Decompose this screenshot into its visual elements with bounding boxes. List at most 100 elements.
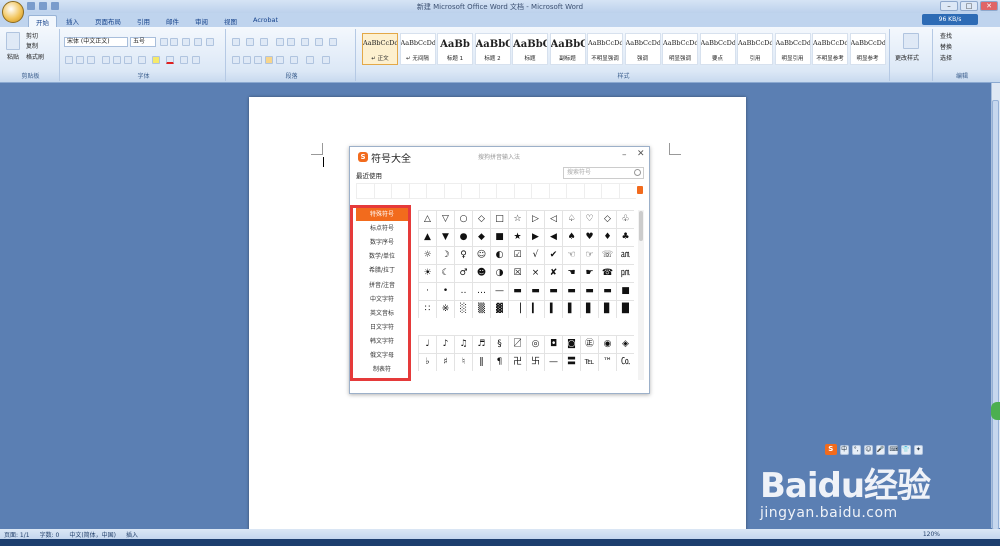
strikethrough-icon[interactable] <box>102 56 110 64</box>
shrink-font-icon[interactable] <box>170 38 178 46</box>
subscript-icon[interactable] <box>113 56 121 64</box>
increase-indent-icon[interactable] <box>287 38 295 46</box>
decrease-indent-icon[interactable] <box>276 38 284 46</box>
symbol-cell[interactable]: ◀ <box>544 228 562 246</box>
change-styles-button[interactable]: 更改样式 <box>895 53 919 62</box>
symbol-cell[interactable]: ☜ <box>562 246 580 264</box>
symbol-cell[interactable]: ‥ <box>454 282 472 300</box>
tab-review[interactable]: 审阅 <box>188 15 215 27</box>
style-item[interactable]: AaBbCcDd 明显强调 <box>662 33 698 65</box>
recent-cell[interactable] <box>566 183 584 199</box>
symbol-cell[interactable]: ☑ <box>508 246 526 264</box>
recent-cell[interactable] <box>408 183 426 199</box>
symbol-cell[interactable]: ▕ <box>508 300 526 318</box>
line-spacing-icon[interactable] <box>290 56 298 64</box>
dialog-scrollbar-thumb[interactable] <box>639 211 643 241</box>
tab-insert[interactable]: 插入 <box>59 15 86 27</box>
symbol-cell[interactable]: ◑ <box>490 264 508 282</box>
language-indicator[interactable]: 中文(简体，中国) <box>69 530 116 539</box>
dialog-close-icon[interactable]: ✕ <box>637 149 645 159</box>
symbol-cell[interactable]: ▶ <box>526 228 544 246</box>
page-count[interactable]: 页面: 1/1 <box>4 530 30 539</box>
symbol-cell[interactable]: ◇ <box>472 210 490 228</box>
symbol-cell[interactable]: ◁ <box>544 210 562 228</box>
symbol-cell[interactable]: ♮ <box>454 353 472 371</box>
insert-mode[interactable]: 插入 <box>126 530 138 539</box>
font-size-combo[interactable]: 五号 <box>130 37 156 47</box>
superscript-icon[interactable] <box>124 56 132 64</box>
symbol-cell[interactable]: ☒ <box>508 264 526 282</box>
symbol-cell[interactable]: 〓 <box>562 353 580 371</box>
symbol-cell[interactable]: ♭ <box>418 353 436 371</box>
format-painter-button[interactable]: 格式刷 <box>26 52 44 61</box>
style-item[interactable]: AaBbCcDd ↵ 无间隔 <box>399 33 436 65</box>
dialog-minimize-icon[interactable]: – <box>622 150 627 160</box>
tab-acrobat[interactable]: Acrobat <box>246 15 285 27</box>
align-left-icon[interactable] <box>232 56 240 64</box>
ime-keyboard-icon[interactable]: ⌨ <box>888 444 899 455</box>
symbol-cell[interactable]: ■ <box>490 228 508 246</box>
style-item[interactable]: AaBbCcDd ↵ 正文 <box>362 33 398 65</box>
symbol-cell[interactable]: ◐ <box>490 246 508 264</box>
symbol-cell[interactable]: □ <box>490 210 508 228</box>
search-icon[interactable] <box>634 169 641 176</box>
highlight-icon[interactable] <box>152 56 160 64</box>
bold-icon[interactable] <box>65 56 73 64</box>
recent-cell[interactable] <box>391 183 409 199</box>
tab-page-layout[interactable]: 页面布局 <box>88 15 128 27</box>
symbol-cell[interactable]: ™ <box>598 353 616 371</box>
symbol-cell[interactable]: ♯ <box>436 353 454 371</box>
char-shading-icon[interactable] <box>180 56 188 64</box>
recent-cell[interactable] <box>513 183 531 199</box>
symbol-cell[interactable]: ☛ <box>580 264 598 282</box>
symbol-cell[interactable]: ▬ <box>544 282 562 300</box>
recent-cell[interactable] <box>548 183 566 199</box>
ime-tools-icon[interactable]: ✦ <box>913 444 923 455</box>
tab-view[interactable]: 视图 <box>217 15 244 27</box>
category-item[interactable]: 日文字符 <box>356 321 408 334</box>
recent-cell[interactable] <box>426 183 444 199</box>
symbol-cell[interactable]: ※ <box>436 300 454 318</box>
copy-button[interactable]: 复制 <box>26 41 38 50</box>
symbol-cell[interactable]: ♦ <box>598 228 616 246</box>
symbol-cell[interactable]: 卍 <box>508 353 526 371</box>
symbol-cell[interactable]: ░ <box>454 300 472 318</box>
maximize-button[interactable]: □ <box>960 1 978 11</box>
symbol-cell[interactable]: ◎ <box>526 335 544 353</box>
ime-emoji-icon[interactable]: ☺ <box>863 444 873 455</box>
style-item[interactable]: AaBbCcDd 明显参考 <box>849 33 886 65</box>
category-item[interactable]: 标点符号 <box>356 222 408 235</box>
recent-cell[interactable] <box>373 183 391 199</box>
style-item[interactable]: AaBbCcDd 要点 <box>699 33 736 65</box>
show-marks-icon[interactable] <box>329 38 337 46</box>
symbol-cell[interactable]: ■ <box>616 282 634 300</box>
symbol-cell[interactable]: ▬ <box>562 282 580 300</box>
category-item[interactable]: 数字序号 <box>356 236 408 249</box>
undo-icon[interactable] <box>39 2 47 10</box>
symbol-cell[interactable]: ♣ <box>616 228 634 246</box>
symbol-cell[interactable]: ‖ <box>472 353 490 371</box>
minimize-button[interactable]: – <box>940 1 958 11</box>
symbol-cell[interactable]: ㏇ <box>616 353 634 371</box>
symbol-cell[interactable]: ☏ <box>598 246 616 264</box>
symbol-cell[interactable]: ☚ <box>562 264 580 282</box>
symbol-cell[interactable]: ✔ <box>544 246 562 264</box>
borders-icon[interactable] <box>322 56 330 64</box>
shading-icon[interactable] <box>306 56 314 64</box>
recent-cell[interactable] <box>461 183 479 199</box>
redo-icon[interactable] <box>51 2 59 10</box>
style-item[interactable]: AaBbC 标题 2 <box>474 33 511 65</box>
symbol-cell[interactable]: █ <box>616 300 634 318</box>
symbol-cell[interactable]: ▒ <box>472 300 490 318</box>
symbol-cell[interactable]: ▊ <box>598 300 616 318</box>
symbol-cell[interactable]: ♩ <box>418 335 436 353</box>
recent-cell[interactable] <box>478 183 496 199</box>
align-center-icon[interactable] <box>243 56 251 64</box>
symbol-cell[interactable]: ▬ <box>598 282 616 300</box>
style-item[interactable]: AaBb 标题 1 <box>437 33 473 65</box>
symbol-cell[interactable]: ◆ <box>472 228 490 246</box>
symbol-cell[interactable]: ▲ <box>418 228 436 246</box>
style-item[interactable]: AaBbC 副标题 <box>549 33 586 65</box>
clear-recent-icon[interactable] <box>637 186 643 194</box>
symbol-cell[interactable]: ∷ <box>418 300 436 318</box>
